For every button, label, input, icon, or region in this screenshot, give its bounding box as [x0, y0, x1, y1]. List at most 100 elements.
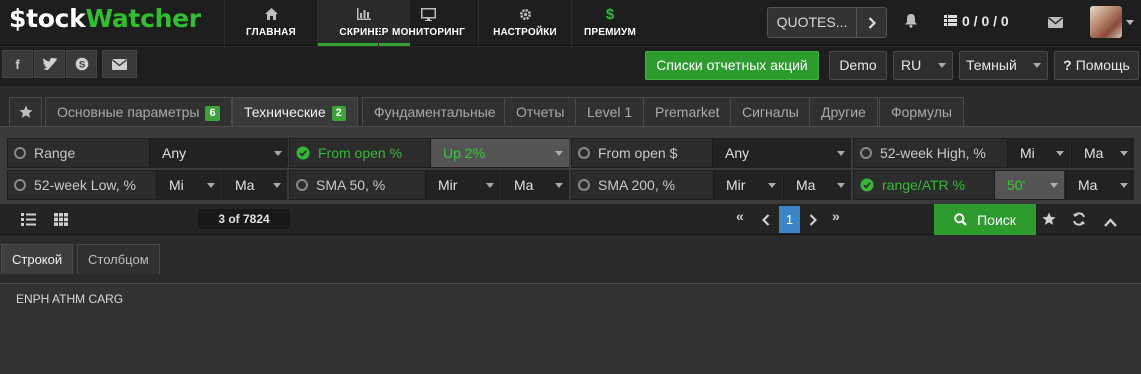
- filter-52w-high[interactable]: 52-week High, % Mi Ma: [853, 138, 1134, 168]
- last-page-icon[interactable]: »: [832, 208, 840, 224]
- filter-from-open-usd[interactable]: From open $ Any: [571, 138, 851, 168]
- current-page-button[interactable]: 1: [779, 206, 800, 233]
- tab-premarket[interactable]: Premarket: [643, 97, 732, 126]
- quotes-button[interactable]: QUOTES...: [767, 7, 887, 38]
- tab-level1[interactable]: Level 1: [575, 97, 645, 126]
- grid-view-icon[interactable]: [54, 213, 68, 231]
- search-button[interactable]: Поиск: [934, 204, 1036, 235]
- 52w-low-max-select[interactable]: Ma: [222, 171, 287, 199]
- filter-from-open-pct[interactable]: From open % Up 2%: [289, 138, 569, 168]
- skype-icon[interactable]: S: [66, 50, 97, 78]
- 52w-high-min-select[interactable]: Mi: [1007, 139, 1070, 167]
- tab-fundamental[interactable]: Фундаментальные: [362, 97, 508, 126]
- caret-down-icon[interactable]: [1126, 20, 1134, 25]
- 52w-low-min-select[interactable]: Mi: [156, 171, 221, 199]
- first-page-icon[interactable]: «: [736, 208, 744, 224]
- caret-down-icon: [837, 151, 845, 156]
- question-icon: ?: [1063, 57, 1072, 73]
- bell-icon[interactable]: [904, 13, 918, 33]
- caret-down-icon: [1056, 151, 1064, 156]
- range-atr-max-select[interactable]: Ma: [1065, 171, 1134, 199]
- sma50-max-select[interactable]: Ma: [501, 171, 569, 199]
- radio-circle-icon: [578, 179, 590, 191]
- radio-circle-icon: [296, 179, 308, 191]
- envelope-icon[interactable]: [1048, 15, 1063, 33]
- logo[interactable]: $tockWatcher: [9, 4, 201, 33]
- caret-down-icon: [273, 183, 281, 188]
- filter-range[interactable]: Range Any: [7, 138, 288, 168]
- check-circle-icon: [296, 146, 310, 160]
- tab-other[interactable]: Другие: [809, 97, 878, 126]
- tab-technical[interactable]: Технические 2: [232, 97, 358, 127]
- radio-circle-icon: [14, 179, 26, 191]
- language-select[interactable]: RU: [893, 51, 953, 80]
- results-panel: ENPH ATHM CARG: [0, 283, 1141, 374]
- star-icon[interactable]: [1042, 212, 1056, 231]
- caret-down-icon: [1120, 151, 1128, 156]
- sma200-max-select[interactable]: Ma: [783, 171, 851, 199]
- avatar[interactable]: [1090, 6, 1122, 38]
- count-badge: 6: [205, 106, 220, 121]
- demo-button[interactable]: Demo: [829, 51, 887, 80]
- refresh-icon[interactable]: [1072, 212, 1086, 231]
- nav-settings[interactable]: НАСТРОЙКИ: [478, 0, 571, 46]
- tab-signals[interactable]: Сигналы: [730, 97, 811, 126]
- home-icon: [264, 5, 278, 23]
- filter-range-atr[interactable]: range/ATR % 50' Ma: [853, 170, 1134, 200]
- caret-down-icon: [555, 183, 563, 188]
- radio-circle-icon: [14, 147, 26, 159]
- sma200-min-select[interactable]: Mir: [713, 171, 782, 199]
- nav-premium[interactable]: $ ПРЕМИУМ: [571, 0, 648, 46]
- tab-column-view[interactable]: Столбцом: [77, 244, 160, 274]
- ticker-list[interactable]: ENPH ATHM CARG: [16, 292, 123, 306]
- facebook-icon[interactable]: f: [2, 50, 33, 78]
- stock-lists-button[interactable]: Списки отчетных акций: [645, 51, 819, 80]
- star-icon: [18, 105, 33, 118]
- caret-down-icon: [1120, 183, 1128, 188]
- filter-52w-low[interactable]: 52-week Low, % Mi Ma: [7, 170, 287, 200]
- tab-favorites[interactable]: [9, 97, 42, 126]
- search-icon: [954, 213, 967, 226]
- results-control-bar: 3 of 7824 « 1 » Поиск: [0, 204, 1141, 235]
- chevron-up-icon[interactable]: [1104, 214, 1117, 232]
- sma50-min-select[interactable]: Mir: [425, 171, 500, 199]
- range-atr-min-select[interactable]: 50': [994, 171, 1064, 199]
- theme-select[interactable]: Темный: [959, 51, 1048, 80]
- tab-reports[interactable]: Отчеты: [504, 97, 577, 126]
- 52w-high-max-select[interactable]: Ma: [1071, 139, 1134, 167]
- top-navbar: $tockWatcher ГЛАВНАЯ СКРИНЕР МОНИТОРИНГ …: [0, 0, 1141, 46]
- caret-down-icon: [837, 183, 845, 188]
- from-open-pct-select[interactable]: Up 2%: [430, 139, 569, 167]
- prev-page-icon[interactable]: [761, 213, 770, 231]
- tab-row-view[interactable]: Строкой: [1, 244, 74, 274]
- check-circle-icon: [860, 178, 874, 192]
- tab-basic-parameters[interactable]: Основные параметры 6: [45, 97, 232, 126]
- counter-text: 0 / 0 / 0: [962, 13, 1009, 29]
- twitter-icon[interactable]: [34, 50, 65, 78]
- chart-bars-icon: [357, 5, 371, 23]
- secondary-toolbar: f S Списки отчетных акций Demo RU Темный…: [0, 47, 1141, 86]
- list-view-icon[interactable]: [21, 213, 36, 231]
- filter-sma200[interactable]: SMA 200, % Mir Ma: [571, 170, 851, 200]
- gear-icon: [519, 5, 532, 23]
- from-open-usd-select[interactable]: Any: [712, 139, 851, 167]
- caret-down-icon: [274, 151, 282, 156]
- tab-formulas[interactable]: Формулы: [879, 97, 964, 126]
- caret-down-icon: [768, 183, 776, 188]
- counter-display[interactable]: 0 / 0 / 0: [944, 13, 1009, 29]
- caret-down-icon: [938, 63, 946, 68]
- email-icon[interactable]: [102, 50, 137, 78]
- view-mode-tabs: Строкой Столбцом: [0, 236, 1141, 275]
- range-select[interactable]: Any: [149, 139, 288, 167]
- radio-circle-icon: [578, 147, 590, 159]
- caret-down-icon: [1033, 63, 1041, 68]
- nav-monitoring[interactable]: МОНИТОРИНГ: [378, 0, 478, 46]
- next-page-icon[interactable]: [809, 213, 818, 231]
- radio-circle-icon: [860, 147, 872, 159]
- filter-tabs: Основные параметры 6 Технические 2 Фундаме…: [0, 86, 1141, 127]
- caret-down-icon: [555, 151, 563, 156]
- help-button[interactable]: ? Помощь: [1054, 51, 1139, 80]
- chevron-right-icon[interactable]: [857, 8, 886, 37]
- nav-home[interactable]: ГЛАВНАЯ: [224, 0, 317, 46]
- filter-sma50[interactable]: SMA 50, % Mir Ma: [289, 170, 569, 200]
